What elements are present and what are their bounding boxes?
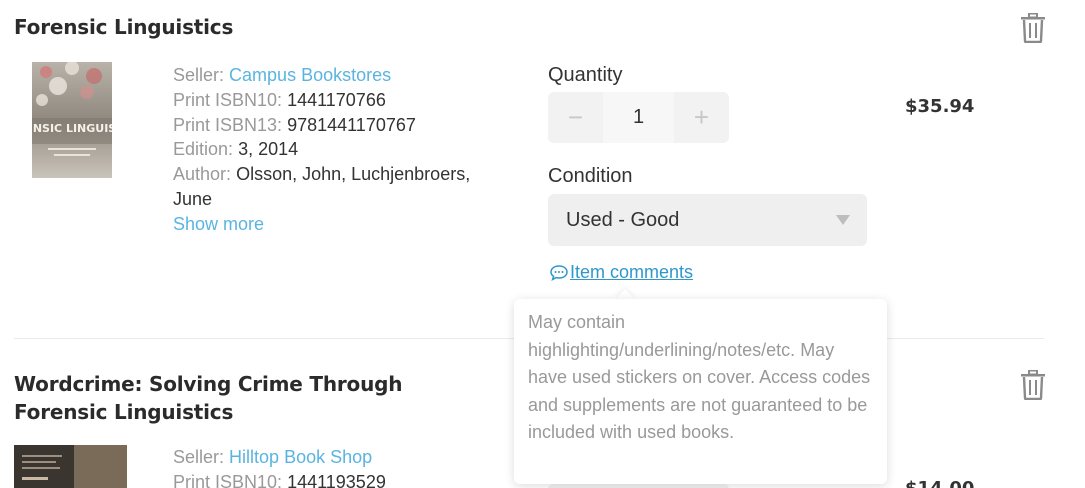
isbn13-label: Print ISBN13: — [173, 114, 283, 135]
isbn10-value: 1441170766 — [287, 89, 386, 110]
quantity-label: Quantity — [548, 64, 623, 86]
item-comments-label: Item comments — [570, 262, 694, 282]
isbn10-value: 1441193529 — [287, 471, 386, 488]
item-comments-link[interactable]: Item comments — [549, 262, 693, 283]
item-price: $14.00 — [905, 478, 974, 488]
author-label: Author: — [173, 164, 232, 185]
condition-select[interactable]: Used - Good — [548, 194, 867, 246]
edition-label: Edition: — [173, 139, 234, 160]
seller-link[interactable]: Campus Bookstores — [229, 65, 391, 85]
seller-link[interactable]: Hilltop Book Shop — [229, 447, 372, 467]
condition-label: Condition — [548, 165, 633, 187]
seller-label: Seller: — [173, 447, 225, 467]
book-cover-image[interactable] — [14, 445, 127, 488]
trash-icon[interactable] — [1020, 369, 1046, 401]
condition-value: Used - Good — [566, 209, 680, 231]
comment-icon — [550, 264, 568, 281]
seller-label: Seller: — [173, 65, 225, 85]
book-cover-image[interactable]: FORENSIC LINGUISTICS — [32, 62, 112, 178]
isbn10-label: Print ISBN10: — [173, 89, 283, 110]
cover-title-text: FORENSIC LINGUISTICS — [32, 122, 112, 135]
tooltip-text: May contain highlighting/underlining/not… — [528, 312, 871, 443]
decrement-button[interactable]: − — [548, 92, 603, 143]
item-details: Seller: Campus Bookstores Print ISBN10: … — [173, 63, 493, 237]
increment-button[interactable]: + — [674, 92, 729, 143]
item-details: Seller: Hilltop Book Shop Print ISBN10: … — [173, 445, 493, 488]
quantity-stepper: − 1 + — [548, 92, 729, 143]
caret-down-icon — [836, 215, 850, 225]
item-title: Wordcrime: Solving Crime Through Forensi… — [14, 372, 403, 424]
quantity-value[interactable]: 1 — [603, 92, 674, 143]
edition-value: 3, 2014 — [238, 139, 299, 160]
isbn10-label: Print ISBN10: — [173, 471, 283, 488]
isbn13-value: 9781441170767 — [287, 114, 416, 135]
quantity-stepper[interactable] — [548, 484, 729, 488]
item-price: $35.94 — [905, 96, 975, 117]
show-more-link[interactable]: Show more — [173, 214, 264, 234]
item-title: Forensic Linguistics — [14, 15, 234, 39]
trash-icon[interactable] — [1020, 12, 1046, 44]
item-comments-tooltip: May contain highlighting/underlining/not… — [514, 299, 887, 484]
